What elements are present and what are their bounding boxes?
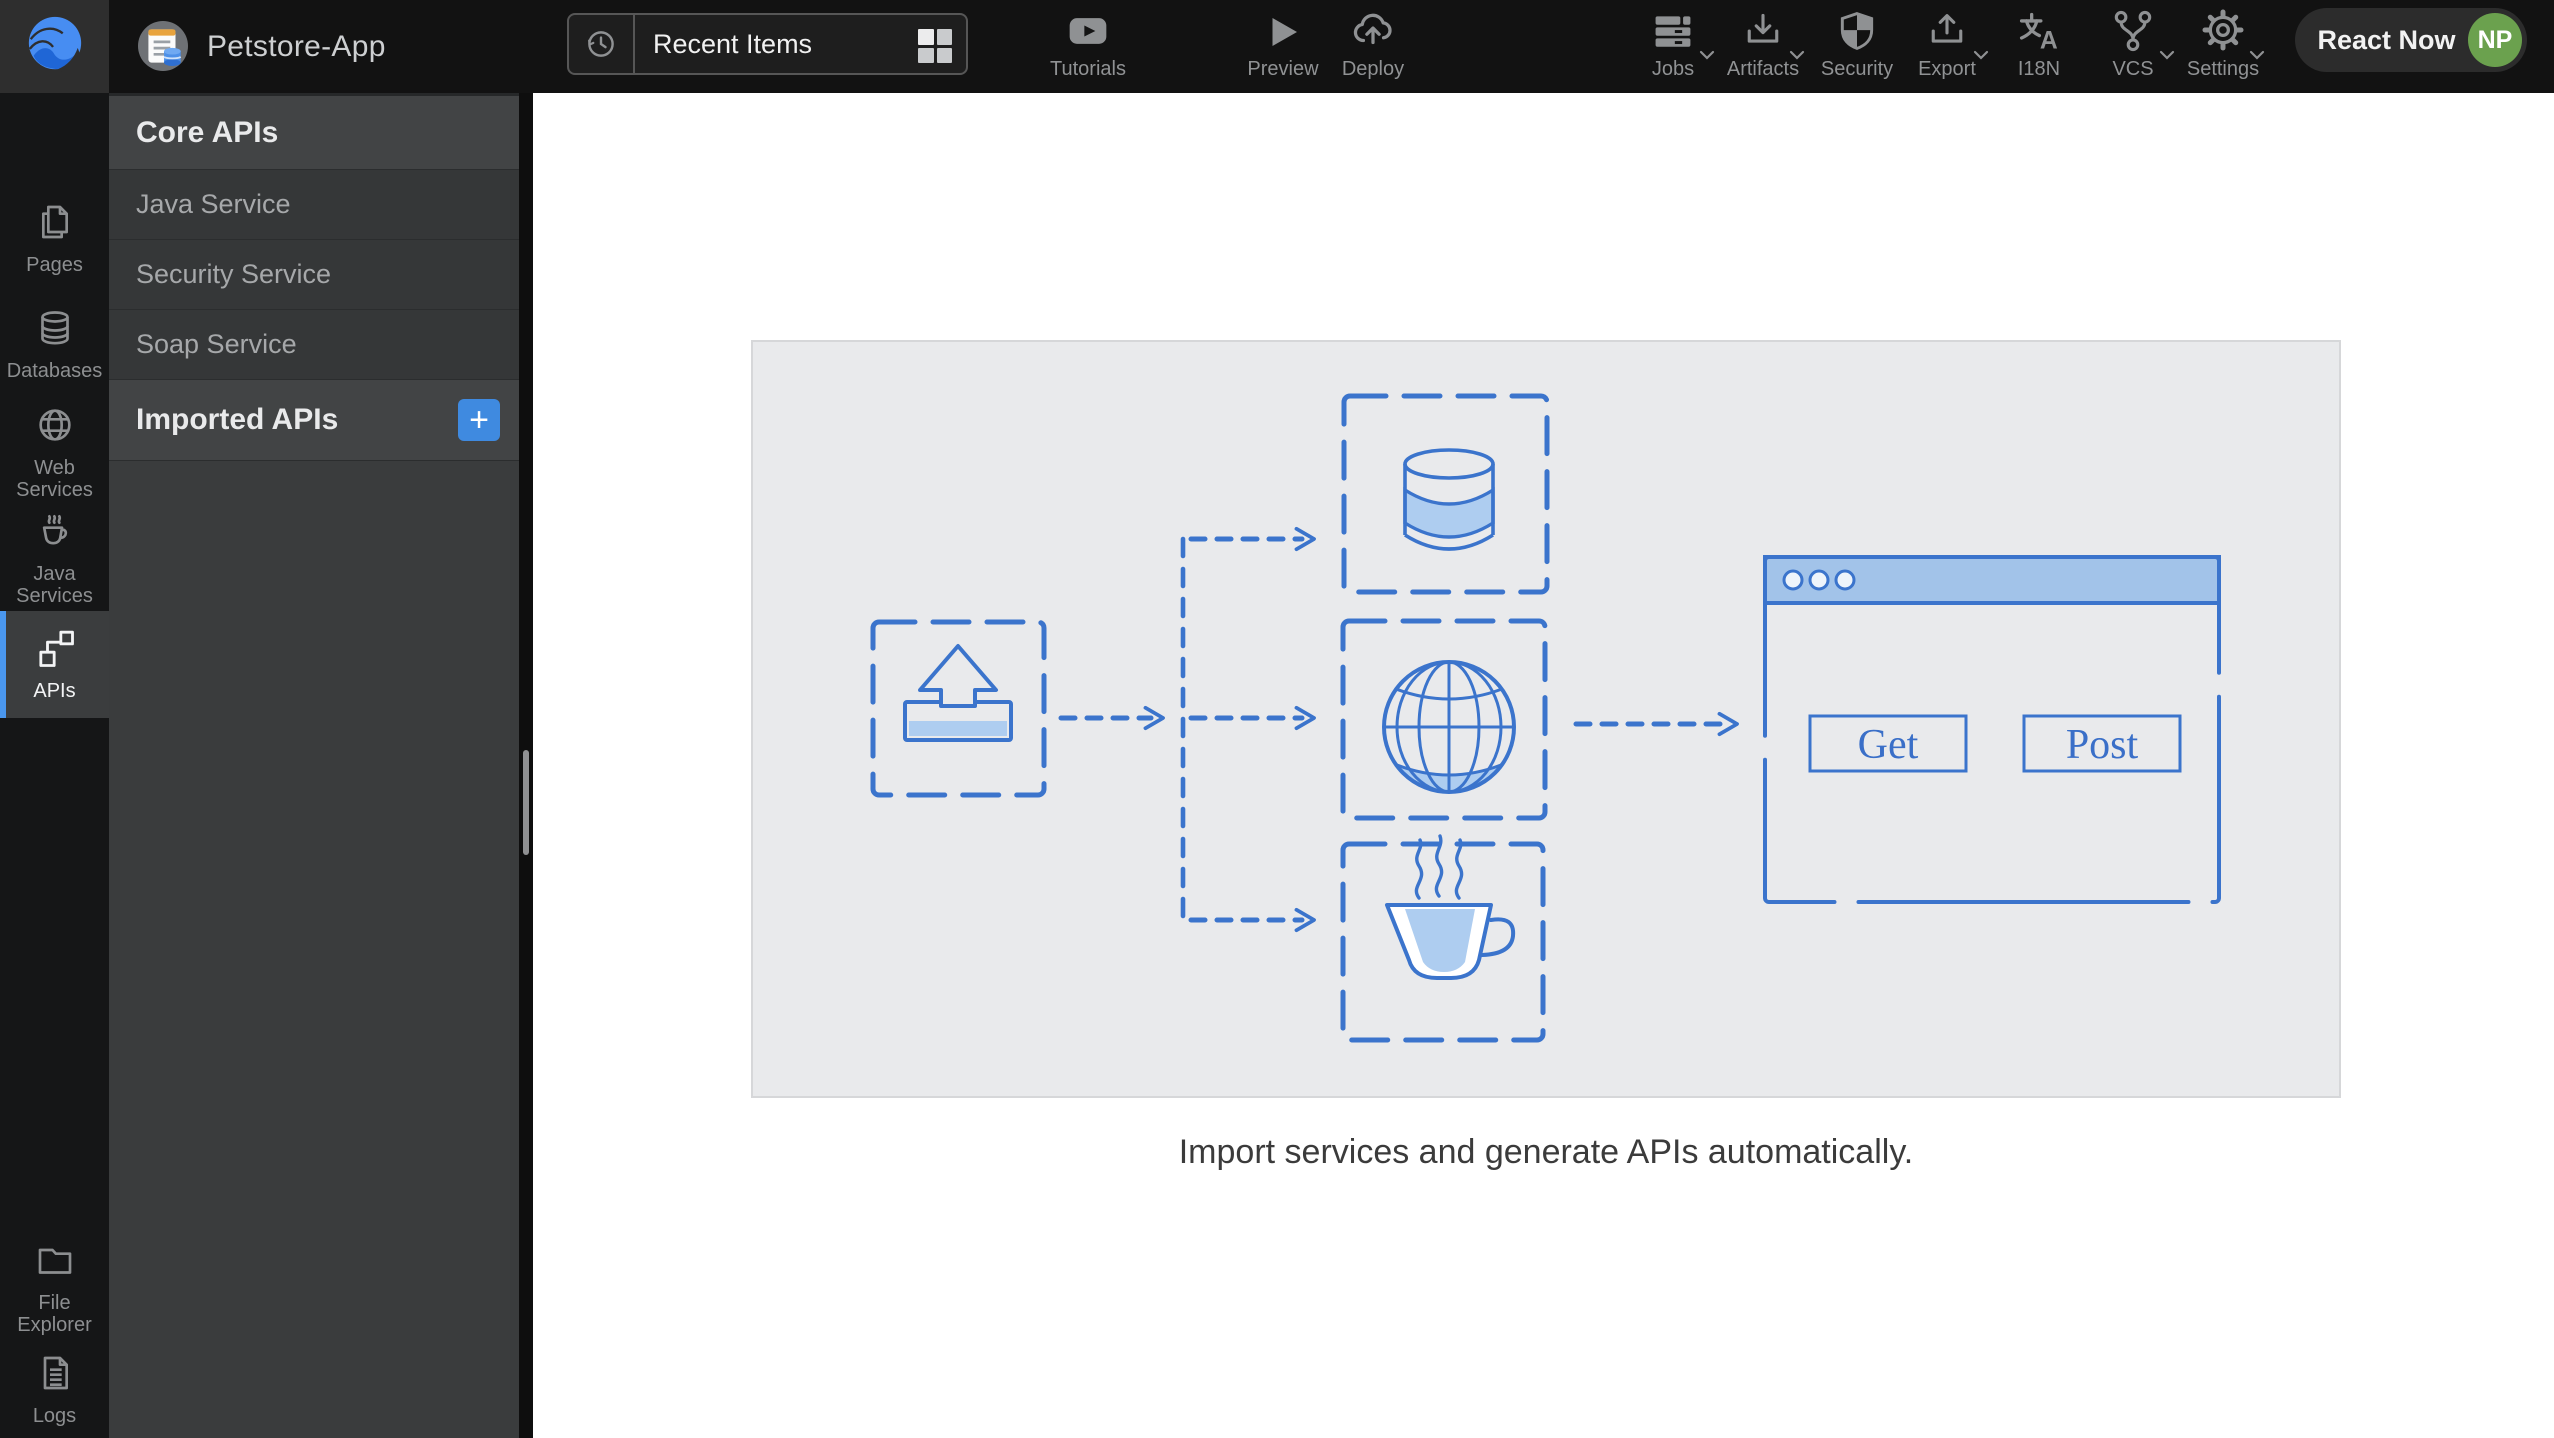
sidebar-label: Logs	[32, 1405, 77, 1427]
translate-icon: A	[2017, 9, 2061, 53]
imported-apis-header: Imported APIs +	[109, 380, 519, 461]
sidebar-item-pages[interactable]: Pages	[0, 196, 109, 282]
gear-icon	[2200, 9, 2246, 53]
sidebar-label: Pages	[26, 254, 83, 276]
api-diagram-svg: Get Post	[870, 393, 2221, 1043]
imported-apis-title: Imported APIs	[136, 403, 339, 436]
sidebar-label: File Explorer	[17, 1292, 92, 1336]
sidebar-label: Web Services	[16, 457, 93, 501]
browser-window: Get Post	[1763, 555, 2221, 904]
grid-view-icon[interactable]	[918, 29, 952, 63]
cloud-upload-icon	[1350, 9, 1396, 53]
youtube-play-icon	[1066, 9, 1110, 53]
brand-logo[interactable]	[0, 0, 109, 93]
toolbar-label: Export	[1918, 58, 1976, 80]
panel-item-label: Java Service	[136, 189, 291, 219]
coffee-cup-icon	[35, 511, 75, 556]
left-sidebar: Pages Databases Web Services Java Servic…	[0, 93, 109, 1438]
recent-items-label: Recent Items	[653, 28, 813, 59]
react-now-button[interactable]: React Now NP	[2295, 8, 2527, 72]
sidebar-item-databases[interactable]: Databases	[0, 302, 109, 388]
react-now-label: React Now	[2317, 24, 2456, 55]
upload-icon	[903, 644, 1013, 742]
coffee-cup-icon	[1385, 834, 1516, 980]
export-icon	[1925, 9, 1969, 53]
panel-resize-gutter	[519, 93, 533, 1438]
panel-item-soap-service[interactable]: Soap Service	[109, 310, 519, 380]
svg-text:A: A	[2040, 27, 2058, 53]
database-cylinder-icon	[1403, 448, 1495, 551]
app-icon[interactable]	[138, 21, 188, 71]
globe-icon	[35, 405, 75, 450]
wavemaker-studio: Petstore-App Recent Items Tutorials Prev…	[0, 0, 2554, 1438]
sidebar-label: Java Services	[16, 563, 93, 607]
toolbar-item-deploy[interactable]: Deploy	[1318, 0, 1428, 93]
panel-item-label: Soap Service	[136, 329, 297, 359]
flow-arrows	[1058, 526, 1739, 933]
toolbar-label: Tutorials	[1050, 58, 1126, 80]
pages-icon	[35, 202, 75, 247]
top-bar: Petstore-App Recent Items Tutorials Prev…	[0, 0, 2554, 93]
globe-icon	[1382, 660, 1516, 794]
main-content: Get Post Import services and generate AP…	[533, 93, 2554, 1438]
toolbar-label: Jobs	[1651, 58, 1695, 80]
add-api-button[interactable]: +	[458, 399, 500, 441]
apis-panel: Core APIs Java Service Security Service …	[109, 93, 519, 1438]
download-icon	[1741, 9, 1785, 53]
toolbar-item-settings[interactable]: Settings	[2168, 0, 2278, 93]
git-branch-icon	[2111, 9, 2155, 53]
play-icon	[1262, 9, 1304, 53]
core-apis-header: Core APIs	[109, 96, 519, 170]
chevron-down-icon	[2249, 44, 2265, 67]
toolbar-label: I18N	[2017, 58, 2061, 80]
panel-item-label: Security Service	[136, 259, 332, 289]
sidebar-item-web-services[interactable]: Web Services	[0, 401, 109, 505]
api-diagram: Get Post	[751, 340, 2341, 1098]
toolbar-label: VCS	[2112, 58, 2154, 80]
toolbar-item-tutorials[interactable]: Tutorials	[1033, 0, 1143, 93]
sidebar-label: Databases	[6, 360, 103, 382]
panel-item-java-service[interactable]: Java Service	[109, 170, 519, 240]
api-nodes-icon	[35, 628, 75, 673]
sidebar-item-java-services[interactable]: Java Services	[0, 507, 109, 611]
toolbar-label: Security	[1820, 58, 1894, 80]
toolbar-label: Deploy	[1341, 58, 1405, 80]
core-apis-title: Core APIs	[136, 115, 279, 149]
jobs-stack-icon	[1651, 9, 1695, 53]
sidebar-item-logs[interactable]: Logs	[0, 1345, 109, 1435]
history-icon[interactable]	[569, 15, 635, 73]
sidebar-item-apis[interactable]: APIs	[0, 611, 109, 718]
user-avatar[interactable]: NP	[2468, 13, 2522, 67]
panel-item-security-service[interactable]: Security Service	[109, 240, 519, 310]
log-file-icon	[35, 1353, 75, 1398]
sidebar-label: APIs	[33, 679, 76, 702]
post-label: Post	[2066, 722, 2139, 768]
folder-icon	[35, 1240, 75, 1285]
toolbar-label: Preview	[1247, 58, 1319, 80]
sidebar-item-file-explorer[interactable]: File Explorer	[0, 1236, 109, 1340]
resize-handle[interactable]	[523, 750, 529, 855]
recent-items-dropdown[interactable]: Recent Items	[567, 13, 968, 75]
app-title: Petstore-App	[207, 30, 386, 63]
shield-icon	[1835, 9, 1879, 53]
get-label: Get	[1858, 722, 1919, 768]
wave-logo-icon	[24, 13, 86, 80]
diagram-caption: Import services and generate APIs automa…	[1178, 1133, 1914, 1171]
database-icon	[35, 308, 75, 353]
